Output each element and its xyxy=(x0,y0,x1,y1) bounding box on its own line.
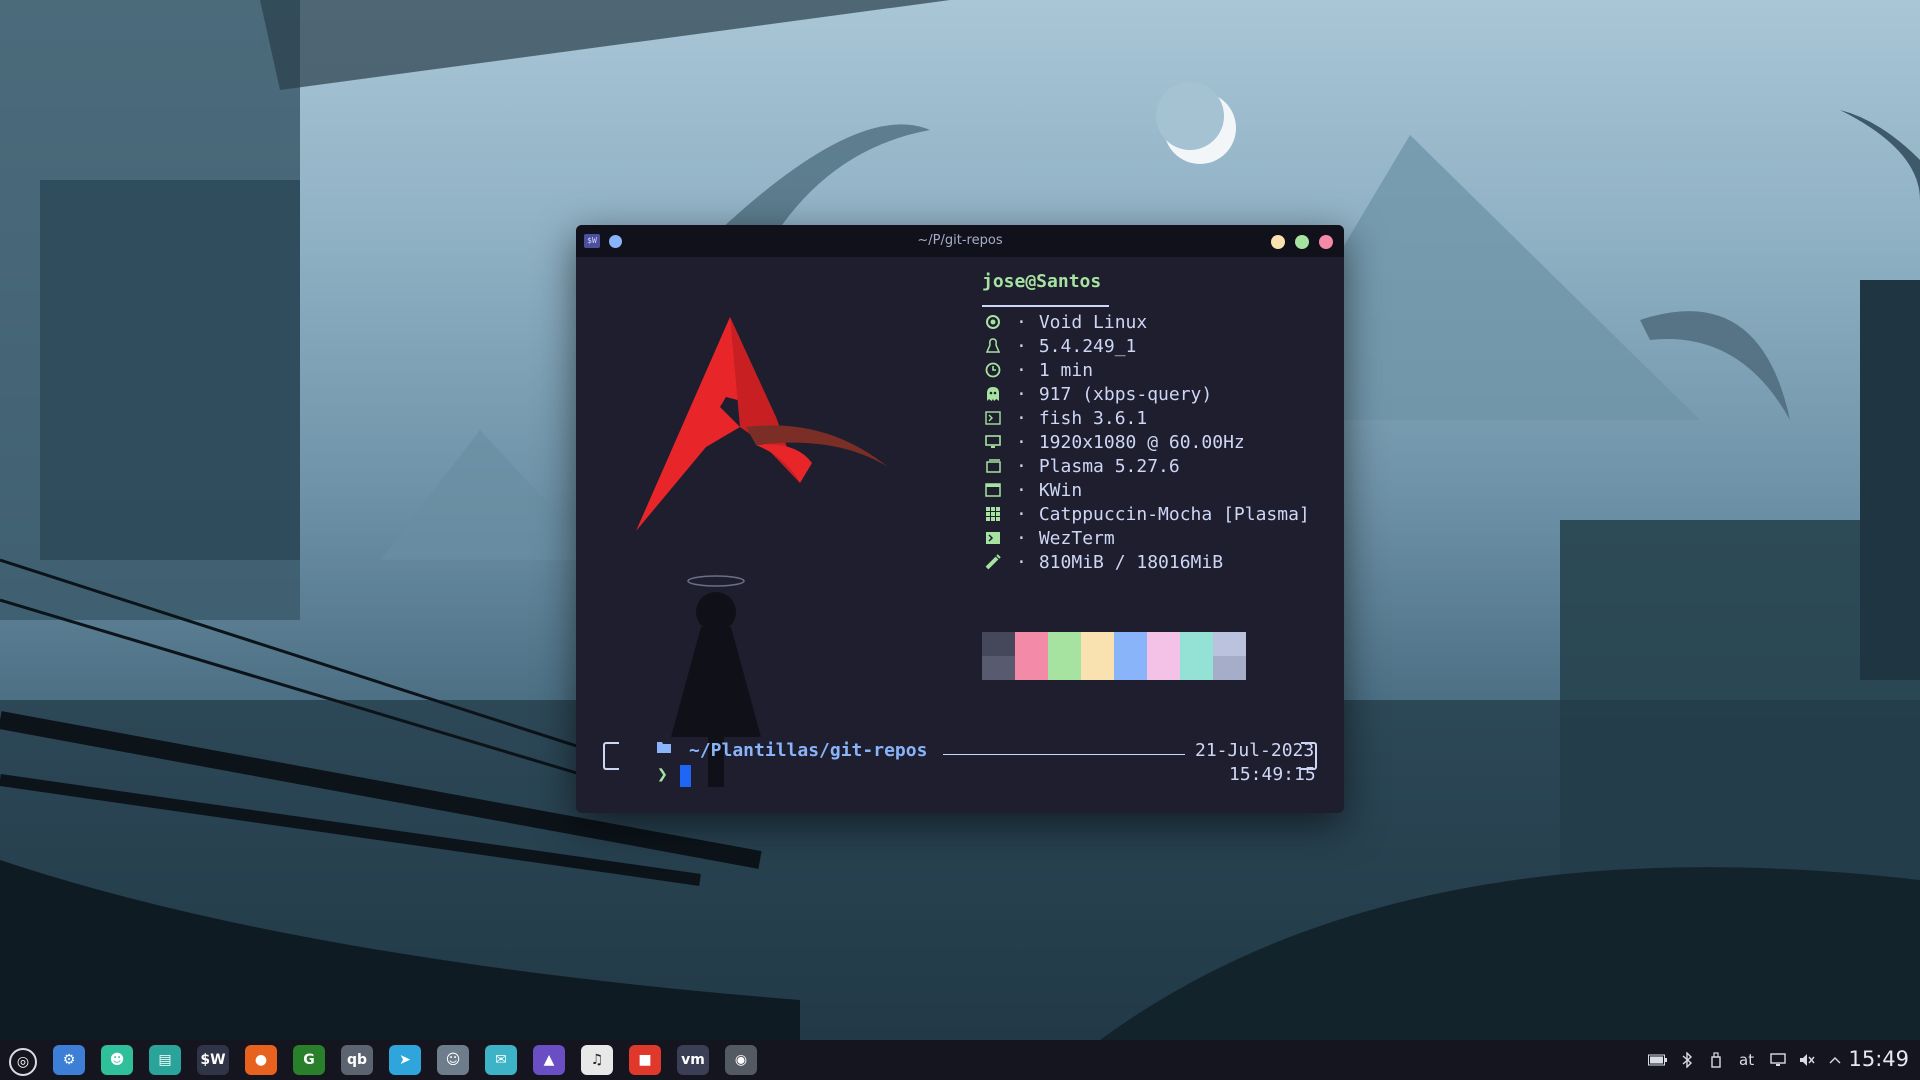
info-row: · fish 3.6.1 xyxy=(982,406,1147,430)
info-row: · Plasma 5.27.6 xyxy=(982,454,1180,478)
info-value: 917 (xbps-query) xyxy=(1038,383,1213,405)
ghost-icon xyxy=(982,383,1004,405)
palette-swatch xyxy=(1081,632,1114,680)
info-separator: · xyxy=(1016,527,1027,549)
info-separator: · xyxy=(1016,311,1027,333)
grid-icon xyxy=(982,503,1004,525)
info-row: · 1920x1080 @ 60.00Hz xyxy=(982,430,1245,454)
qbittorrent-app-icon[interactable]: qb xyxy=(341,1045,373,1075)
info-value: Plasma 5.27.6 xyxy=(1038,455,1180,477)
current-directory: ~/Plantillas/git-repos xyxy=(689,740,928,761)
info-row: · 5.4.249_1 xyxy=(982,334,1136,358)
info-value: WezTerm xyxy=(1038,527,1115,549)
info-row: · 917 (xbps-query) xyxy=(982,382,1212,406)
avatar-app-app-icon[interactable]: ☺ xyxy=(437,1045,469,1075)
info-value: KWin xyxy=(1038,479,1083,501)
recorder-app-icon[interactable]: ■ xyxy=(629,1045,661,1075)
vm-app-icon[interactable]: vm xyxy=(677,1045,709,1075)
text-cursor[interactable] xyxy=(680,765,691,787)
geometry-app-icon[interactable]: ▲ xyxy=(533,1045,565,1075)
palette-swatch xyxy=(1180,632,1213,680)
info-value: 1920x1080 @ 60.00Hz xyxy=(1038,431,1245,453)
info-value: fish 3.6.1 xyxy=(1038,407,1148,429)
info-row: · KWin xyxy=(982,478,1082,502)
launcher-app-icon[interactable]: ◎ xyxy=(9,1048,37,1076)
info-row: · WezTerm xyxy=(982,526,1115,550)
keyboard-layout[interactable]: at xyxy=(1739,1040,1754,1080)
palette-swatch xyxy=(1015,632,1048,680)
ghost-app-app-icon[interactable]: ☻ xyxy=(101,1045,133,1075)
terminal-content[interactable]: jose@Santos · Void Linux · 5.4.249_1 · 1 min ·… xyxy=(576,257,1344,813)
info-value: 5.4.249_1 xyxy=(1038,335,1137,357)
display-icon[interactable] xyxy=(1770,1040,1786,1080)
gimp-like-app-icon[interactable]: G xyxy=(293,1045,325,1075)
settings-app-icon[interactable]: ⚙ xyxy=(53,1045,85,1075)
desktop-icon xyxy=(982,455,1004,477)
window-icon xyxy=(982,479,1004,501)
tux-icon xyxy=(982,335,1004,357)
info-separator: · xyxy=(1016,551,1027,573)
info-row: · Catppuccin-Mocha [Plasma] xyxy=(982,502,1310,526)
user-host: jose@Santos xyxy=(982,271,1102,292)
memory-icon xyxy=(982,551,1004,573)
tray-expand-icon[interactable] xyxy=(1829,1040,1841,1080)
info-value: 1 min xyxy=(1038,359,1094,381)
shell-icon xyxy=(982,407,1004,429)
clock-icon xyxy=(982,359,1004,381)
usb-drive-icon[interactable] xyxy=(1711,1040,1721,1080)
taskbar: ◎ ⚙ ☻ ▤ $W ● Gqb ➤ ☺ ✉ ▲ ♫ ■ vm ◉ at 15:49 xyxy=(0,1040,1920,1080)
user-underline xyxy=(982,305,1109,307)
info-separator: · xyxy=(1016,359,1027,381)
info-separator: · xyxy=(1016,407,1027,429)
wezterm-app-icon[interactable]: $W xyxy=(197,1045,229,1075)
maximize-button[interactable] xyxy=(1295,235,1309,249)
firefox-app-icon[interactable]: ● xyxy=(245,1045,277,1075)
prompt-divider xyxy=(943,754,1185,755)
prompt-date: 21-Jul-2023 xyxy=(1195,740,1315,761)
prompt-line: ~/Plantillas/git-repos 21-Jul-2023 15:49… xyxy=(603,740,1317,787)
minimize-button[interactable] xyxy=(1271,235,1285,249)
info-row: · Void Linux xyxy=(982,310,1147,334)
palette-swatch xyxy=(1213,632,1246,680)
volume-muted-icon[interactable] xyxy=(1799,1040,1815,1080)
files-app-icon[interactable]: ▤ xyxy=(149,1045,181,1075)
distro-logo-icon xyxy=(636,317,888,531)
terminal-window[interactable]: $W ~/P/git-repos jose@Santos · Void Linux… xyxy=(576,225,1344,813)
clock[interactable]: 15:49 xyxy=(1848,1047,1909,1071)
palette-swatch xyxy=(1114,632,1147,680)
info-separator: · xyxy=(1016,335,1027,357)
telegram-app-icon[interactable]: ➤ xyxy=(389,1045,421,1075)
palette-swatch xyxy=(1147,632,1180,680)
info-value: 810MiB / 18016MiB xyxy=(1038,551,1224,573)
info-separator: · xyxy=(1016,479,1027,501)
info-separator: · xyxy=(1016,383,1027,405)
prompt-time: 15:49:15 xyxy=(1229,764,1316,785)
camera-app-icon[interactable]: ◉ xyxy=(725,1045,757,1075)
close-button[interactable] xyxy=(1319,235,1333,249)
palette-swatch xyxy=(982,632,1015,680)
palette-swatch xyxy=(1048,632,1081,680)
audio-app-icon[interactable]: ♫ xyxy=(581,1045,613,1075)
battery-icon[interactable] xyxy=(1648,1040,1668,1080)
terminal-titlebar[interactable]: $W ~/P/git-repos xyxy=(576,225,1344,257)
info-value: Catppuccin-Mocha [Plasma] xyxy=(1038,503,1310,525)
prompt-left-bracket xyxy=(603,742,619,770)
prompt-chevron-icon: ❯ xyxy=(657,764,668,785)
window-title: ~/P/git-repos xyxy=(917,233,1003,248)
chat-app-icon[interactable]: ✉ xyxy=(485,1045,517,1075)
folder-icon xyxy=(657,738,671,757)
bluetooth-icon[interactable] xyxy=(1681,1040,1693,1080)
info-value: Void Linux xyxy=(1038,311,1148,333)
terminal-icon xyxy=(982,527,1004,549)
info-separator: · xyxy=(1016,431,1027,453)
color-palette xyxy=(982,632,1246,680)
info-separator: · xyxy=(1016,455,1027,477)
monitor-icon xyxy=(982,431,1004,453)
info-separator: · xyxy=(1016,503,1027,525)
info-row: · 810MiB / 18016MiB xyxy=(982,550,1223,574)
void-icon xyxy=(982,311,1004,333)
info-row: · 1 min xyxy=(982,358,1093,382)
